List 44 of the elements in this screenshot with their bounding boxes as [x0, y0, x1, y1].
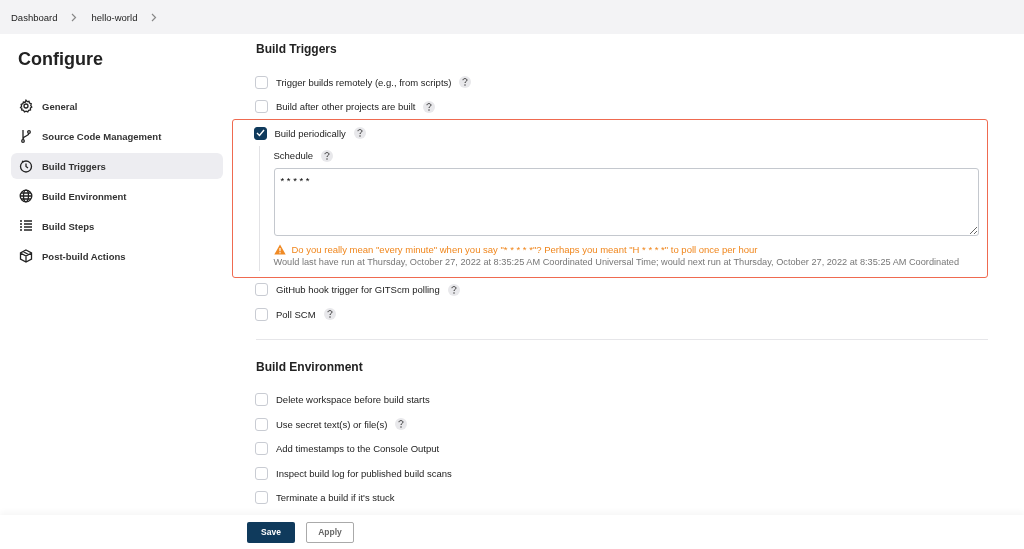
- sidebar-item[interactable]: Source Code Management: [11, 123, 223, 149]
- sidebar-item[interactable]: Build Steps: [11, 213, 223, 239]
- branch-icon: [19, 129, 33, 143]
- option-label: Add timestamps to the Console Output: [276, 443, 440, 455]
- chevron-icon: [151, 12, 158, 22]
- field-label: Schedule: [273, 150, 314, 161]
- gear-icon: [19, 99, 33, 113]
- sidebar-item[interactable]: Build Environment: [11, 183, 223, 209]
- schedule-field[interactable]: * * * * *: [273, 167, 979, 236]
- timer-icon: [19, 159, 33, 173]
- save-button[interactable]: Save: [247, 521, 295, 543]
- section-heading: Build Environment: [256, 359, 364, 376]
- breadcrumb-link[interactable]: Dashboard: [11, 11, 58, 23]
- option-label: Inspect build log for published build scans: [276, 467, 452, 479]
- option-label: Use secret text(s) or file(s): [276, 418, 388, 430]
- help-icon[interactable]: [353, 127, 366, 140]
- list-icon: [19, 219, 33, 233]
- checkbox[interactable]: [253, 126, 267, 140]
- sidebar-item[interactable]: Post-build Actions: [11, 243, 223, 269]
- warning-message: Do you really mean "every minute" when you say "* * * * *"? Perhaps you meant "H * * * *" to poll once per hour: [291, 244, 758, 255]
- help-icon[interactable]: [423, 100, 436, 113]
- sidebar-item[interactable]: General: [11, 93, 223, 119]
- chevron-icon: [71, 12, 78, 22]
- option-label: GitHub hook trigger for GITScm polling: [276, 284, 440, 296]
- help-icon[interactable]: [459, 76, 472, 89]
- option-label: Build after other projects are built: [276, 101, 416, 113]
- page-title: Configure: [18, 49, 104, 70]
- option-label: Terminate a build if it's stuck: [276, 492, 395, 504]
- option-label: Delete workspace before build starts: [276, 394, 430, 406]
- globe-icon: [19, 189, 33, 203]
- help-icon[interactable]: [321, 149, 334, 162]
- option-label: Build periodically: [274, 127, 346, 139]
- warning-icon: [273, 244, 286, 255]
- help-icon[interactable]: [323, 308, 336, 321]
- help-icon[interactable]: [447, 283, 460, 296]
- schedule-info: Would last have run at Thursday, October 27, 2022 at 8:35:25 AM Coordinated Universal Time; would next run at Thursday, October 27, 2022 at 8:35:25 AM Coordinated: [273, 256, 961, 269]
- sidebar-item[interactable]: Build Triggers: [11, 153, 223, 179]
- help-icon[interactable]: [395, 418, 408, 431]
- option-label: Trigger builds remotely (e.g., from scripts): [276, 76, 452, 88]
- section-heading: Build Triggers: [256, 42, 338, 58]
- apply-button[interactable]: Apply: [306, 521, 354, 543]
- option-label: Poll SCM: [276, 308, 316, 320]
- breadcrumb-link[interactable]: hello-world: [91, 11, 138, 23]
- package-icon: [19, 249, 33, 263]
